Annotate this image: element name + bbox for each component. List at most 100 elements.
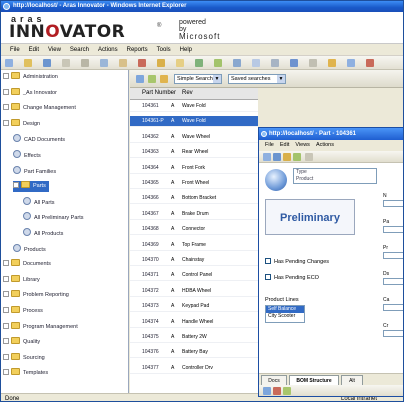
tree-item-quality[interactable]: Quality [3, 337, 40, 348]
side-field-input[interactable] [383, 304, 403, 311]
expand-icon[interactable] [3, 88, 9, 95]
menu-item-actions[interactable]: Actions [98, 44, 118, 56]
home-icon[interactable] [347, 59, 355, 67]
side-field-input[interactable] [383, 278, 403, 285]
has-pending-changes-checkbox[interactable]: Has Pending Changes [265, 258, 329, 266]
search-mode-select[interactable]: Simple Search ▼ [174, 74, 222, 84]
refresh-icon[interactable] [214, 59, 222, 67]
menu-item-file[interactable]: File [10, 44, 20, 56]
tree-item-as-innovator[interactable]: _As Innovator [3, 87, 57, 99]
help-icon[interactable] [290, 59, 298, 67]
run-search-icon[interactable] [136, 75, 144, 83]
table-row[interactable]: 104368 A Connector [130, 224, 258, 236]
settings-icon[interactable] [309, 59, 317, 67]
table-row[interactable]: 104371 A Control Panel [130, 270, 258, 282]
pick-item-icon[interactable] [283, 387, 291, 395]
tree-item-change-management[interactable]: Change Management [3, 103, 76, 114]
save-icon[interactable] [273, 153, 281, 161]
open-icon[interactable] [24, 59, 32, 67]
expand-icon[interactable] [3, 275, 9, 282]
window-titlebar[interactable]: http://localhost/ - Aras Innovator - Win… [1, 1, 403, 12]
menu-item-help[interactable]: Help [180, 44, 192, 56]
table-row[interactable]: 104373 A Keypad Pad [130, 301, 258, 313]
side-field-input[interactable] [383, 330, 403, 337]
expand-icon[interactable] [3, 307, 9, 313]
table-row[interactable]: 104363 A Rear Wheel [130, 147, 258, 159]
copy-icon[interactable] [100, 59, 108, 67]
tree-item-problem-reporting[interactable]: Problem Reporting [3, 290, 69, 301]
print-icon[interactable] [305, 153, 313, 161]
tree-item-documents[interactable]: Documents [3, 259, 51, 270]
promote-icon[interactable] [195, 59, 203, 67]
expand-icon[interactable] [3, 322, 9, 329]
column-header-part-number[interactable]: Part Number [142, 90, 176, 96]
menu-item-tools[interactable]: Tools [157, 44, 171, 56]
list-item[interactable]: City Scooter [266, 313, 304, 320]
print-icon[interactable] [62, 59, 70, 67]
table-row[interactable]: 104361 A Wave Fold [130, 101, 258, 112]
save-icon[interactable] [43, 59, 51, 67]
tree-item-design[interactable]: Design [3, 118, 40, 130]
collapse-icon[interactable] [3, 119, 9, 126]
paste-icon[interactable] [119, 59, 127, 67]
table-row[interactable]: 104361-P A Wave Fold [130, 116, 258, 128]
column-header-rev[interactable]: Rev [182, 90, 193, 96]
table-row[interactable]: 104369 A Top Frame [130, 240, 258, 251]
delete-row-icon[interactable] [273, 387, 281, 395]
tree-item-process[interactable]: Process [3, 306, 43, 317]
popup-menu-item-actions[interactable]: Actions [316, 140, 334, 151]
has-pending-eco-checkbox[interactable]: Has Pending ECO [265, 274, 319, 282]
save-search-icon[interactable] [160, 75, 168, 83]
expand-icon[interactable] [3, 73, 9, 79]
popup-menu-item-file[interactable]: File [265, 140, 274, 151]
popup-menu-item-views[interactable]: Views [295, 140, 310, 151]
unlock-icon[interactable] [176, 59, 184, 67]
logout-icon[interactable] [366, 59, 374, 67]
table-row[interactable]: 104362 A Wave Wheel [130, 132, 258, 143]
clear-search-icon[interactable] [148, 75, 156, 83]
tab-docs[interactable]: Docs [261, 375, 287, 385]
refresh-icon[interactable] [293, 153, 301, 161]
tree-item-all-products[interactable]: All Products [23, 228, 63, 239]
tree-item-products[interactable]: Products [13, 243, 46, 255]
expand-icon[interactable] [3, 291, 9, 298]
table-row[interactable]: 104374 A Handle Wheel [130, 317, 258, 328]
table-row[interactable]: 104366 A Bottom Bracket [130, 193, 258, 205]
tree-item-sourcing[interactable]: Sourcing [3, 352, 45, 364]
filter-icon[interactable] [252, 59, 260, 67]
expand-icon[interactable] [3, 353, 9, 360]
table-row[interactable]: 104367 A Brake Drum [130, 209, 258, 220]
lock-icon[interactable] [157, 59, 165, 67]
add-row-icon[interactable] [263, 387, 271, 395]
expand-icon[interactable] [3, 260, 9, 267]
tree-item-templates[interactable]: Templates [3, 368, 48, 379]
menu-item-search[interactable]: Search [70, 44, 89, 56]
search-icon[interactable] [233, 59, 241, 67]
favorite-icon[interactable] [328, 59, 336, 67]
expand-icon[interactable] [3, 104, 9, 111]
table-row[interactable]: 104364 A Front Fork [130, 163, 258, 174]
list-item[interactable]: Self Balance [266, 306, 304, 313]
expand-icon[interactable] [3, 338, 9, 345]
collapse-icon[interactable] [13, 182, 19, 189]
tree-item-all-parts[interactable]: All Parts [23, 196, 54, 208]
new-icon[interactable] [263, 153, 271, 161]
product-lines-list[interactable]: Self Balance City Scooter [265, 305, 305, 323]
side-field-input[interactable] [383, 226, 403, 233]
tree-item-cad-documents[interactable]: CAD Documents [13, 134, 65, 145]
popup-menu-item-edit[interactable]: Edit [280, 140, 289, 151]
table-row[interactable]: 104376 A Battery Bay [130, 347, 258, 359]
table-row[interactable]: 104365 A Front Wheel [130, 178, 258, 189]
new-icon[interactable] [5, 59, 13, 67]
tree-item-effects[interactable]: Effects [13, 150, 41, 161]
tree-item-all-preliminary-parts[interactable]: All Preliminary Parts [23, 212, 84, 223]
menu-item-reports[interactable]: Reports [127, 44, 148, 56]
tab-alt[interactable]: Alt [341, 375, 363, 385]
tree-item-administration[interactable]: Administration [3, 72, 58, 83]
popup-titlebar[interactable]: http://localhost/ - Part - 104361 [259, 128, 403, 140]
tab-bom-structure[interactable]: BOM Structure [289, 375, 339, 385]
side-field-input[interactable] [383, 200, 403, 207]
delete-icon[interactable] [138, 59, 146, 67]
tree-item-parts[interactable]: Parts [13, 181, 49, 193]
saved-searches-select[interactable]: Saved searches ▼ [228, 74, 286, 84]
